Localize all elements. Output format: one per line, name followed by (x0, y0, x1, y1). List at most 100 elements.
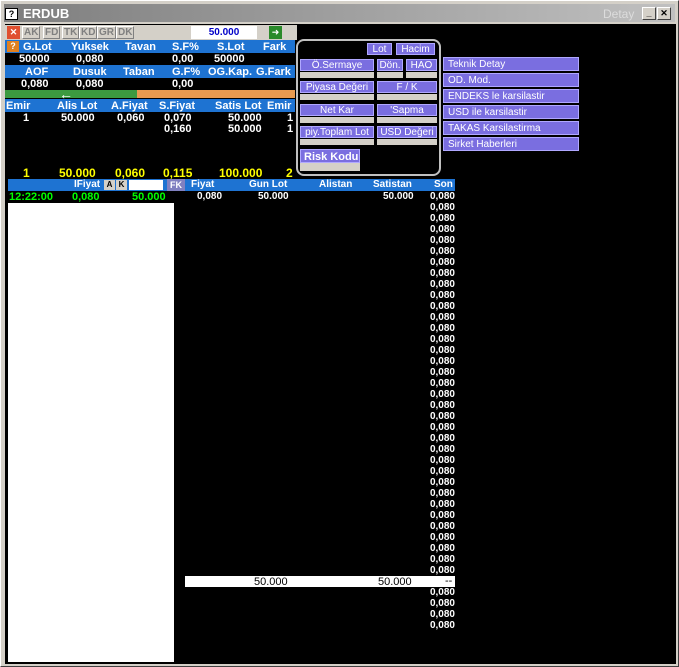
menu-item-sirket-haberleri[interactable]: Sirket Haberleri (443, 137, 579, 151)
header-sf: S.F% (172, 41, 199, 53)
popup-don: Dön. (377, 59, 403, 71)
son-value: 0,080 (429, 455, 455, 466)
son-value: 0,080 (429, 290, 455, 301)
popup-piy-toplam-lot: piy.Toplam Lot (300, 126, 374, 138)
toolbar-button-tk[interactable]: TK (62, 26, 80, 39)
popup-usd-degeri-value (377, 139, 437, 145)
toolbar-button-fd[interactable]: FD (43, 26, 61, 39)
total-emir-sell: 2 (286, 166, 293, 180)
header-gfark: G.Fark (256, 66, 291, 78)
header-glot: G.Lot (23, 41, 52, 53)
header-taban: Taban (123, 66, 155, 78)
popup-risk-kodu: Risk Kodu (300, 149, 360, 163)
popup-lot-button[interactable]: Lot (367, 43, 392, 55)
menu-item-takas[interactable]: TAKAS Karsilastirma (443, 121, 579, 135)
value-glot: 50000 (19, 53, 50, 65)
header-fark: Fark (263, 41, 287, 53)
title-bar[interactable] (4, 4, 675, 22)
depth-header-satistan: Satistan (373, 179, 412, 190)
popup-piyasa-degeri: Piyasa Değeri (300, 81, 374, 93)
header-gf: G.F% (172, 66, 201, 78)
help-icon[interactable]: ? (7, 41, 19, 52)
footer-son: -- (445, 575, 453, 587)
son-value: 0,080 (429, 257, 455, 268)
close-icon[interactable]: ✕ (657, 7, 671, 20)
son-value: 0,080 (429, 389, 455, 400)
window-title: ERDUB (23, 6, 70, 21)
popup-fk: F / K (377, 81, 437, 93)
popup-sapma-value (377, 117, 437, 123)
popup-o-sermaye-value (300, 72, 374, 78)
son-value: 0,080 (429, 400, 455, 411)
depth-header-son: Son (434, 179, 453, 190)
value-slot: 50000 (214, 53, 245, 65)
son-value: 0,080 (429, 246, 455, 257)
detail-window: ? ERDUB Detay _ ✕ ✕ AK FD TK KD GR DK 50… (0, 0, 679, 667)
order-cell: 0,160 (164, 123, 192, 135)
toolbar-button-ak[interactable]: AK (22, 26, 41, 39)
depth-satistan: 50.000 (383, 191, 414, 202)
total-sfiyat: 0,115 (163, 166, 193, 180)
order-cell: 1 (23, 112, 30, 124)
header-alis-lot: Alis Lot (57, 100, 98, 112)
menu-item-usd[interactable]: USD ile karsilastir (443, 105, 579, 119)
price-input[interactable]: 50.000 (191, 26, 257, 39)
toolbar-button-dk[interactable]: DK (116, 26, 135, 39)
son-value: 0,080 (429, 378, 455, 389)
trades-button-a[interactable]: A (104, 180, 115, 190)
depth-fiyat: 0,080 (197, 191, 223, 202)
value-sf: 0,00 (172, 53, 194, 65)
toolbar-button-kd[interactable]: KD (79, 26, 98, 39)
trades-button-k[interactable]: K (116, 180, 127, 190)
son-value: 0,080 (429, 543, 455, 554)
son-value: 0,080 (429, 521, 455, 532)
son-value: 0,080 (429, 213, 455, 224)
header-tavan: Tavan (125, 41, 156, 53)
header-emir-buy: Emir (6, 100, 31, 112)
son-value: 0,080 (429, 587, 455, 598)
trades-button-fk[interactable]: FK (167, 179, 185, 191)
go-icon[interactable]: ➜ (269, 26, 282, 39)
header-ogkap: OG.Kap. (208, 66, 253, 78)
minimize-icon[interactable]: _ (642, 7, 656, 20)
son-value: 0,080 (429, 444, 455, 455)
order-cell: 50.000 (228, 123, 262, 135)
total-satis-lot: 100.000 (219, 166, 263, 180)
son-value: 0,080 (429, 598, 455, 609)
header-dusuk: Dusuk (73, 66, 107, 78)
order-cell: 50.000 (61, 112, 95, 124)
depth-header-gun-lot: Gun Lot (249, 179, 288, 190)
window-subtitle: Detay (603, 7, 635, 21)
depth-header-alistan: Alistan (319, 179, 353, 190)
footer-satistan: 50.000 (378, 576, 412, 588)
son-value: 0,080 (429, 312, 455, 323)
trades-list[interactable] (8, 203, 174, 662)
son-value: 0,080 (429, 477, 455, 488)
son-value: 0,080 (429, 466, 455, 477)
son-value: 0,080 (429, 268, 455, 279)
son-value: 0,080 (429, 510, 455, 521)
system-menu-icon[interactable]: ? (5, 8, 18, 20)
popup-don-value (377, 72, 403, 78)
close-small-icon[interactable]: ✕ (7, 26, 20, 39)
sell-ratio-bar (137, 90, 295, 98)
header-satis-lot: Satis Lot (215, 100, 262, 112)
son-value: 0,080 (429, 323, 455, 334)
menu-item-teknik-detay[interactable]: Teknik Detay (443, 57, 579, 71)
popup-hacim-button[interactable]: Hacim (396, 43, 435, 55)
order-cell: 1 (287, 123, 294, 135)
menu-item-endeks[interactable]: ENDEKS le karsilastir (443, 89, 579, 103)
total-emir-buy: 1 (23, 166, 30, 180)
depth-gun-lot: 50.000 (258, 191, 289, 202)
trades-filter-input[interactable] (129, 180, 163, 190)
popup-sapma: 'Sapma (377, 104, 437, 116)
order-cell: 0,060 (117, 112, 145, 124)
trade-lot: 50.000 (132, 191, 166, 203)
header-slot: S.Lot (217, 41, 245, 53)
son-value: 0,080 (429, 202, 455, 213)
son-value: 0,080 (429, 301, 455, 312)
son-value: 0,080 (429, 609, 455, 620)
popup-usd-degeri: USD Değeri (377, 126, 437, 138)
menu-item-od-mod[interactable]: OD. Mod. (443, 73, 579, 87)
toolbar-button-gr[interactable]: GR (97, 26, 116, 39)
